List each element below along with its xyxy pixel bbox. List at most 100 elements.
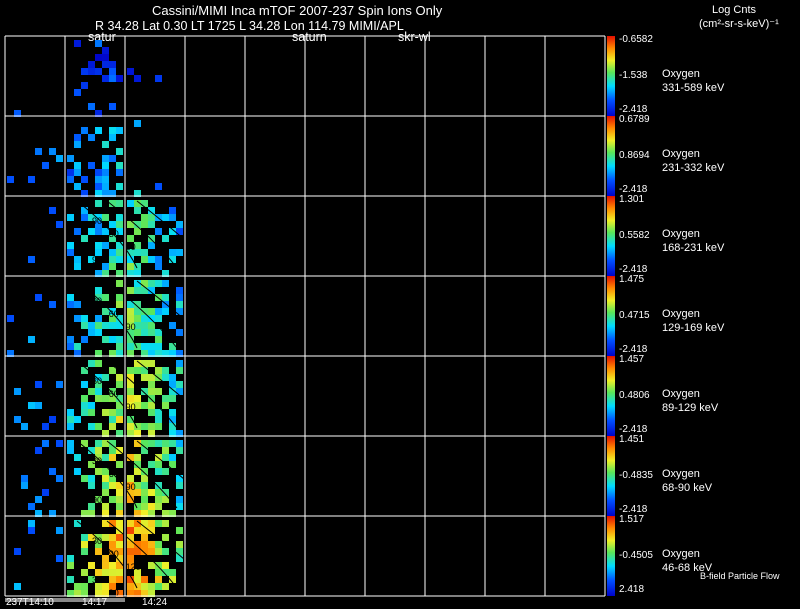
colorbar-segment (607, 133, 615, 134)
colorbar-segment (607, 396, 615, 397)
data-pixel (134, 75, 141, 82)
data-pixel (88, 68, 95, 75)
contour-label: 90 (126, 482, 136, 492)
data-pixel (74, 40, 81, 47)
colorbar-segment (607, 275, 615, 276)
data-pixel (148, 541, 155, 548)
data-pixel (74, 89, 81, 96)
colorbar-segment (607, 567, 615, 568)
colorbar-segment (607, 570, 615, 571)
colorbar-segment (607, 203, 615, 204)
colorbar-segment (607, 217, 615, 218)
colorbar-segment (607, 359, 615, 360)
data-pixel (155, 388, 162, 395)
data-pixel (155, 228, 162, 235)
data-pixel (148, 388, 155, 395)
data-pixel (148, 423, 155, 430)
colorbar-segment (607, 161, 615, 162)
colorbar-segment (607, 79, 615, 80)
colorbar-max: 0.6789 (619, 114, 650, 125)
colorbar-segment (607, 536, 615, 537)
colorbar-segment (607, 123, 615, 124)
data-pixel (162, 562, 169, 569)
colorbar-segment (607, 44, 615, 45)
colorbar-segment (607, 138, 615, 139)
contour-label: 90 (92, 255, 102, 265)
colorbar-segment (607, 248, 615, 249)
data-pixel (141, 489, 148, 496)
data-pixel (35, 496, 42, 503)
colorbar-segment (607, 367, 615, 368)
data-pixel (81, 534, 88, 541)
colorbar-segment (607, 277, 615, 278)
data-pixel (116, 503, 123, 510)
colorbar-segment (607, 545, 615, 546)
colorbar-segment (607, 219, 615, 220)
colorbar-segment (607, 261, 615, 262)
data-pixel (141, 576, 148, 583)
data-pixel (81, 207, 88, 214)
colorbar-segment (607, 586, 615, 587)
data-pixel (88, 475, 95, 482)
data-pixel (148, 329, 155, 336)
data-pixel (67, 416, 74, 423)
colorbar-segment (607, 453, 615, 454)
colorbar-segment (607, 89, 615, 90)
colorbar-segment (607, 509, 615, 510)
data-pixel (67, 214, 74, 221)
colorbar-segment (607, 498, 615, 499)
data-pixel (109, 221, 116, 228)
data-pixel (141, 440, 148, 447)
colorbar-segment (607, 337, 615, 338)
colorbar-segment (607, 168, 615, 169)
data-pixel (116, 416, 123, 423)
data-pixel (162, 402, 169, 409)
data-pixel (169, 440, 176, 447)
colorbar-segment (607, 131, 615, 132)
colorbar-segment (607, 65, 615, 66)
energy-range-label: 68-90 keV (662, 482, 713, 494)
data-pixel (127, 527, 134, 534)
colorbar-segment (607, 484, 615, 485)
data-pixel (81, 82, 88, 89)
data-pixel (127, 583, 134, 590)
data-pixel (81, 475, 88, 482)
data-pixel (102, 162, 109, 169)
colorbar-segment (607, 446, 615, 447)
colorbar-segment (607, 90, 615, 91)
colorbar-segment (607, 108, 615, 109)
colorbar-segment (607, 361, 615, 362)
colorbar-segment (607, 550, 615, 551)
colorbar-segment (607, 88, 615, 89)
colorbar-segment (607, 575, 615, 576)
data-pixel (67, 440, 74, 447)
colorbar-segment (607, 519, 615, 520)
colorbar-segment (607, 258, 615, 259)
energy-range-label: 168-231 keV (662, 242, 725, 254)
colorbar-segment (607, 514, 615, 515)
colorbar-segment (607, 189, 615, 190)
data-pixel (169, 374, 176, 381)
time-tick-3: 14:24 (142, 597, 168, 608)
colorbar-segment (607, 157, 615, 158)
colorbar-segment (607, 371, 615, 372)
data-pixel (102, 520, 109, 527)
colorbar-segment (607, 428, 615, 429)
colorbar-segment (607, 147, 615, 148)
data-pixel (176, 482, 183, 489)
data-pixel (169, 569, 176, 576)
species-label: Oxygen (662, 548, 700, 560)
colorbar-segment (607, 155, 615, 156)
colorbar-segment (607, 60, 615, 61)
data-pixel (67, 447, 74, 454)
data-pixel (74, 315, 81, 322)
colorbar-segment (607, 382, 615, 383)
colorbar-segment (607, 410, 615, 411)
data-pixel (95, 68, 102, 75)
data-pixel (67, 176, 74, 183)
colorbar-segment (607, 518, 615, 519)
data-pixel (127, 200, 134, 207)
data-pixel (116, 402, 123, 409)
colorbar-segment (607, 355, 615, 356)
colorbar-segment (607, 260, 615, 261)
